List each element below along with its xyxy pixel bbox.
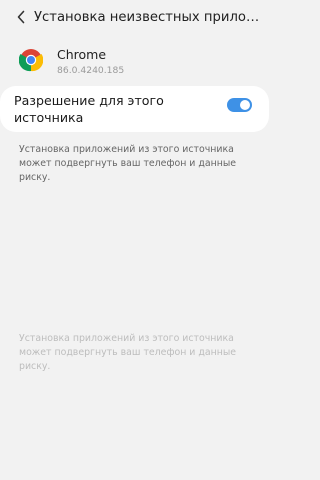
toggle-knob [240,100,250,110]
permission-label: Разрешение для этого источника [14,93,164,125]
app-bar: Установка неизвестных приложен... [0,0,269,34]
warning-description: Установка приложений из этого источника … [19,144,237,183]
page-title: Установка неизвестных приложен... [34,9,260,25]
settings-screen: Установка неизвестных приложен... Chrome… [0,0,269,480]
app-info-row: Chrome 86.0.4240.185 [0,44,269,78]
permission-card[interactable]: Разрешение для этого источника [0,86,269,132]
back-arrow-icon [17,10,25,24]
warning-description-faded: Установка приложений из этого источника … [19,333,237,372]
back-button[interactable] [8,0,34,34]
app-version: 86.0.4240.185 [57,65,125,76]
chrome-icon [19,49,43,72]
permission-toggle[interactable] [227,98,252,112]
app-name: Chrome [57,47,107,62]
